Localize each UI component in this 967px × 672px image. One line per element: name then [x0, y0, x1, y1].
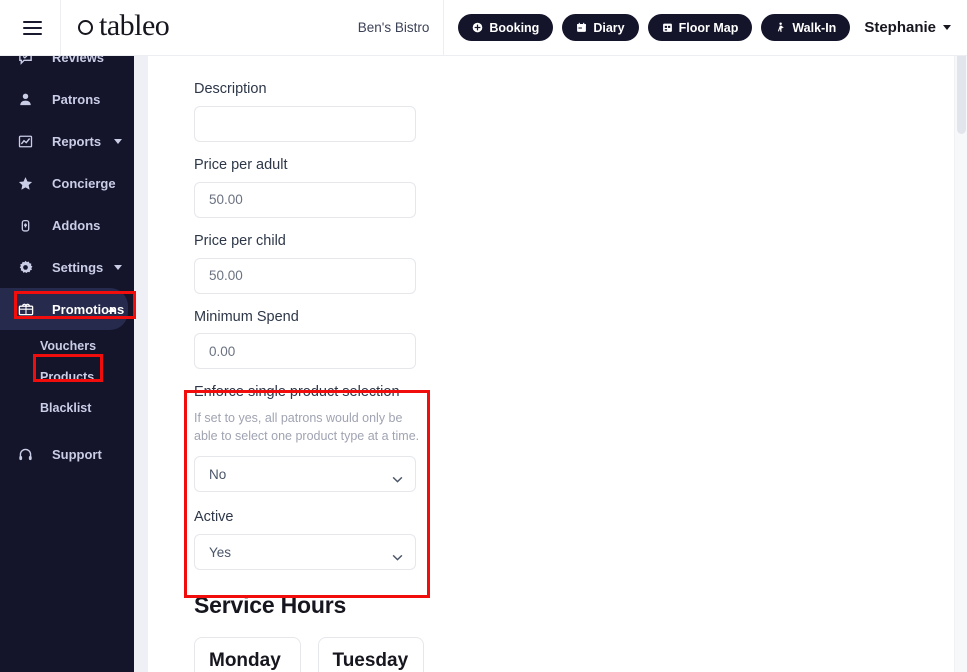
product-form: The Dinner Description Price per adult P…	[194, 36, 424, 672]
diary-label: Diary	[593, 20, 625, 35]
description-label: Description	[194, 81, 267, 97]
headset-icon	[18, 447, 36, 462]
minimum-spend-label: Minimum Spend	[194, 308, 299, 325]
person-icon	[18, 92, 36, 107]
day-card[interactable]: Monday	[194, 637, 301, 672]
plug-icon	[18, 218, 36, 233]
booking-button[interactable]: Booking	[458, 14, 554, 41]
enforce-single-label: Enforce single product selection	[194, 384, 400, 401]
active-label: Active	[194, 509, 234, 526]
brand-logo[interactable]: tableo	[61, 9, 170, 44]
diary-button[interactable]: Diary	[562, 14, 639, 41]
sidebar-item-label: Addons	[52, 217, 101, 233]
description-input[interactable]	[194, 105, 416, 142]
service-hours-section: Service Hours Monday Tuesday	[194, 592, 424, 672]
price-child-label: Price per child	[194, 232, 286, 249]
top-bar: tableo Ben's Bistro Booking Diary Floor …	[0, 0, 967, 56]
caret-down-icon[interactable]	[114, 138, 122, 144]
price-child-input[interactable]	[194, 257, 416, 294]
plus-circle-icon	[473, 22, 483, 33]
walking-person-icon	[778, 22, 784, 32]
caret-down-icon[interactable]	[114, 264, 122, 270]
sidebar-item-addons[interactable]: Addons	[0, 204, 134, 246]
caret-up-icon[interactable]	[108, 306, 116, 312]
main-content: The Dinner Description Price per adult P…	[134, 36, 967, 672]
sidebar-item-promotions[interactable]: Promotions	[0, 288, 128, 330]
description-field-group: Description	[194, 80, 424, 142]
sidebar-item-patrons[interactable]: Patrons	[0, 78, 134, 120]
brand-name: tableo	[99, 9, 170, 42]
hamburger-icon[interactable]	[4, 20, 60, 35]
floor-map-button[interactable]: Floor Map	[647, 14, 753, 41]
user-name: Stephanie	[864, 19, 936, 36]
enforce-single-select[interactable]: No Yes	[194, 456, 416, 493]
vertical-scrollbar[interactable]	[954, 36, 967, 672]
calendar-icon	[577, 22, 587, 32]
top-bar-right: Ben's Bistro Booking Diary Floor Map Wal…	[358, 0, 967, 56]
divider	[443, 0, 445, 56]
sidebar-item-reports[interactable]: Reports	[0, 120, 134, 162]
service-hours-days: Monday Tuesday	[194, 637, 424, 672]
sidebar-subitem-label: Vouchers	[40, 338, 97, 353]
enforce-single-field-group: Enforce single product selection If set …	[194, 383, 424, 493]
circle-icon	[78, 20, 93, 35]
active-select[interactable]: Yes No	[194, 534, 416, 571]
walk-in-label: Walk-In	[792, 20, 837, 35]
sidebar-item-label: Reports	[52, 133, 102, 149]
sidebar-item-label: Support	[52, 446, 102, 462]
minimum-spend-field-group: Minimum Spend	[194, 308, 424, 370]
booking-label: Booking	[489, 20, 540, 35]
sidebar-item-label: Concierge	[52, 175, 116, 191]
enforce-single-help-text: If set to yes, all patrons would only be…	[194, 411, 420, 444]
walk-in-button[interactable]: Walk-In	[761, 14, 851, 41]
sidebar-item-label: Patrons	[52, 91, 101, 107]
floor-map-label: Floor Map	[678, 20, 739, 35]
price-child-field-group: Price per child	[194, 232, 424, 294]
sidebar-item-support[interactable]: Support	[0, 433, 134, 475]
sidebar-subitem-label: Blacklist	[40, 400, 92, 415]
ticket-icon	[18, 301, 36, 317]
calendar-grid-icon	[662, 23, 672, 32]
content-gutter	[134, 36, 148, 672]
day-card[interactable]: Tuesday	[317, 637, 424, 672]
sidebar-subitem-products[interactable]: Products	[0, 361, 134, 392]
user-menu[interactable]: Stephanie	[864, 19, 951, 36]
price-adult-input[interactable]	[194, 181, 416, 218]
sidebar: Reviews Patrons Reports Concierge Addons…	[0, 36, 134, 672]
sidebar-item-settings[interactable]: Settings	[0, 246, 134, 288]
caret-down-icon	[943, 25, 951, 30]
gear-icon	[18, 260, 36, 275]
price-adult-label: Price per adult	[194, 156, 288, 173]
price-adult-field-group: Price per adult	[194, 156, 424, 218]
sidebar-subitem-blacklist[interactable]: Blacklist	[0, 392, 134, 423]
chart-line-icon	[18, 134, 36, 149]
day-name: Tuesday	[332, 650, 409, 672]
service-hours-title: Service Hours	[194, 592, 347, 619]
venue-name: Ben's Bistro	[357, 20, 430, 35]
star-icon	[18, 176, 36, 191]
sidebar-item-label: Settings	[52, 259, 104, 275]
day-name: Monday	[209, 650, 281, 672]
sidebar-item-concierge[interactable]: Concierge	[0, 162, 134, 204]
sidebar-subitem-vouchers[interactable]: Vouchers	[0, 330, 134, 361]
active-field-group: Active Yes No	[194, 508, 424, 571]
sidebar-subitem-label: Products	[40, 369, 95, 384]
minimum-spend-input[interactable]	[194, 333, 416, 370]
